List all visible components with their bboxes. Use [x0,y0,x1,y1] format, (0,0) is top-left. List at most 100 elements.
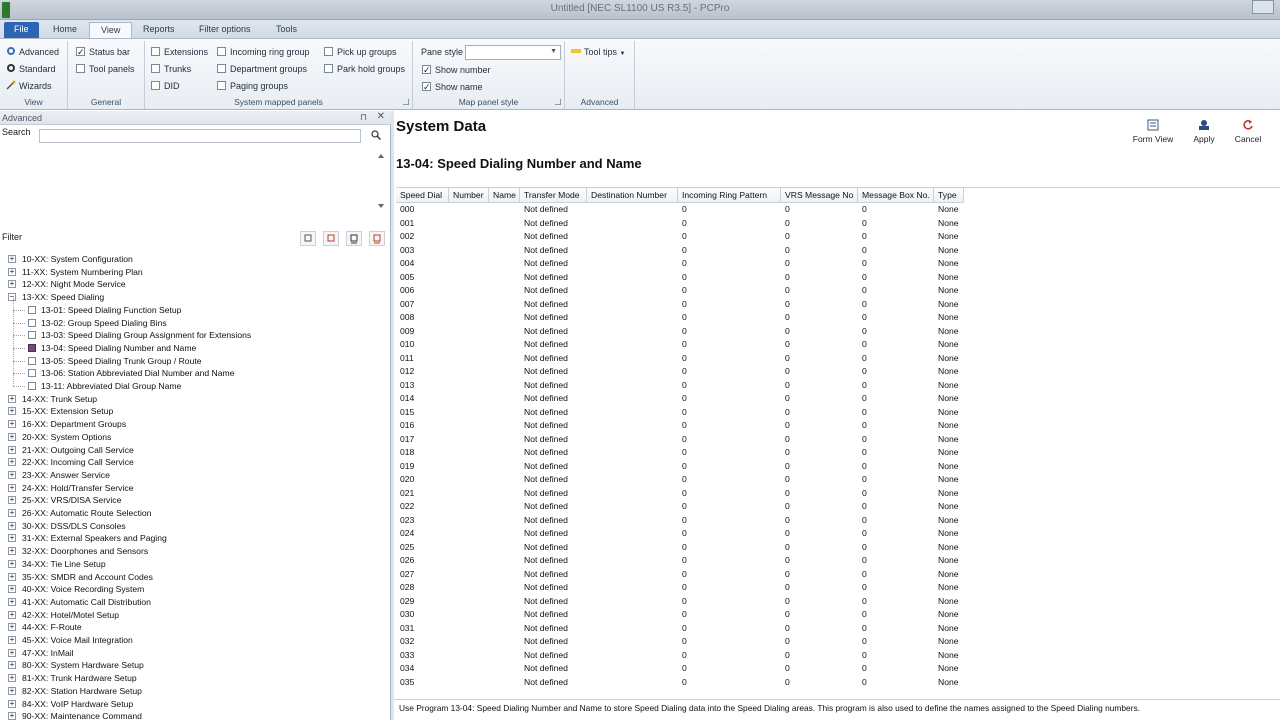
cell-transfer-mode[interactable]: Not defined [520,473,568,487]
cell-transfer-mode[interactable]: Not defined [520,379,568,393]
tree-group-item[interactable]: −13-XX: Speed Dialing [8,291,383,304]
expand-icon[interactable]: + [8,432,16,441]
collapse-all-button[interactable] [323,231,339,246]
tree-item-checkbox[interactable] [28,343,36,352]
cell-incoming-ring-pattern[interactable]: 0 [678,203,687,217]
cell-message-box-no[interactable]: 0 [858,338,867,352]
cell-speed-dial[interactable]: 035 [396,676,414,690]
cell-speed-dial[interactable]: 019 [396,460,414,474]
expand-icon[interactable]: + [8,255,16,263]
cell-type[interactable]: None [934,284,959,298]
cell-incoming-ring-pattern[interactable]: 0 [678,406,687,420]
cell-message-box-no[interactable]: 0 [858,203,867,217]
expand-icon[interactable]: + [8,610,16,619]
cell-message-box-no[interactable]: 0 [858,568,867,582]
cell-incoming-ring-pattern[interactable]: 0 [678,379,687,393]
expand-icon[interactable]: + [8,686,16,695]
cell-type[interactable]: None [934,433,959,447]
cell-message-box-no[interactable]: 0 [858,662,867,676]
cell-type[interactable]: None [934,379,959,393]
cell-transfer-mode[interactable]: Not defined [520,527,568,541]
tab-file[interactable]: File [4,22,39,38]
cell-type[interactable]: None [934,527,959,541]
tree-group-item[interactable]: +12-XX: Night Mode Service [8,278,383,291]
cell-transfer-mode[interactable]: Not defined [520,500,568,514]
cell-speed-dial[interactable]: 005 [396,271,414,285]
show-number-toggle[interactable]: Show number [422,63,491,77]
expand-icon[interactable]: + [8,521,16,530]
tree-group-item[interactable]: +24-XX: Hold/Transfer Service [8,482,383,495]
cell-vrs-message-no[interactable]: 0 [781,244,790,258]
cell-message-box-no[interactable]: 0 [858,217,867,231]
expand-icon[interactable]: + [8,674,16,683]
system-panels-launcher[interactable] [403,99,409,105]
cell-vrs-message-no[interactable]: 0 [781,406,790,420]
pick-up-groups-toggle[interactable]: Pick up groups [324,45,397,59]
cell-vrs-message-no[interactable]: 0 [781,514,790,528]
column-header[interactable]: Speed Dial [396,188,449,203]
cell-type[interactable]: None [934,649,959,663]
close-window-button[interactable] [1252,0,1274,14]
search-input[interactable] [39,129,361,143]
clear-filter-button[interactable] [369,231,385,246]
cell-incoming-ring-pattern[interactable]: 0 [678,460,687,474]
cell-type[interactable]: None [934,500,959,514]
cell-incoming-ring-pattern[interactable]: 0 [678,514,687,528]
cell-transfer-mode[interactable]: Not defined [520,460,568,474]
cell-incoming-ring-pattern[interactable]: 0 [678,392,687,406]
cell-transfer-mode[interactable]: Not defined [520,325,568,339]
tree-group-item[interactable]: +25-XX: VRS/DISA Service [8,494,383,507]
cell-message-box-no[interactable]: 0 [858,460,867,474]
did-checkbox[interactable] [151,81,160,90]
cell-type[interactable]: None [934,311,959,325]
cell-message-box-no[interactable]: 0 [858,622,867,636]
cell-transfer-mode[interactable]: Not defined [520,662,568,676]
cell-vrs-message-no[interactable]: 0 [781,257,790,271]
cell-transfer-mode[interactable]: Not defined [520,676,568,690]
cell-message-box-no[interactable]: 0 [858,392,867,406]
cell-transfer-mode[interactable]: Not defined [520,581,568,595]
cell-speed-dial[interactable]: 017 [396,433,414,447]
expand-icon[interactable]: + [8,623,16,632]
cell-speed-dial[interactable]: 033 [396,649,414,663]
column-header[interactable]: Name [489,188,520,203]
cell-incoming-ring-pattern[interactable]: 0 [678,581,687,595]
cell-vrs-message-no[interactable]: 0 [781,581,790,595]
cell-transfer-mode[interactable]: Not defined [520,217,568,231]
cell-message-box-no[interactable]: 0 [858,514,867,528]
cell-speed-dial[interactable]: 016 [396,419,414,433]
cell-vrs-message-no[interactable]: 0 [781,379,790,393]
cell-vrs-message-no[interactable]: 0 [781,298,790,312]
cell-transfer-mode[interactable]: Not defined [520,433,568,447]
extensions-checkbox[interactable] [151,47,160,56]
cell-incoming-ring-pattern[interactable]: 0 [678,676,687,690]
tree-item-checkbox[interactable] [28,305,36,314]
cell-speed-dial[interactable]: 000 [396,203,414,217]
search-results-scrollbar[interactable] [376,151,386,211]
cell-message-box-no[interactable]: 0 [858,230,867,244]
cell-speed-dial[interactable]: 025 [396,541,414,555]
cell-speed-dial[interactable]: 018 [396,446,414,460]
advanced-view-button[interactable]: Advanced [6,45,59,59]
trunks-checkbox[interactable] [151,64,160,73]
cell-type[interactable]: None [934,676,959,690]
cell-vrs-message-no[interactable]: 0 [781,433,790,447]
tree-group-item[interactable]: +16-XX: Department Groups [8,418,383,431]
cell-vrs-message-no[interactable]: 0 [781,217,790,231]
cell-transfer-mode[interactable]: Not defined [520,244,568,258]
cell-incoming-ring-pattern[interactable]: 0 [678,635,687,649]
expand-icon[interactable]: + [8,420,16,429]
cell-transfer-mode[interactable]: Not defined [520,271,568,285]
expand-icon[interactable]: + [8,407,16,416]
department-groups-checkbox[interactable] [217,64,226,73]
cell-vrs-message-no[interactable]: 0 [781,311,790,325]
tree-group-item[interactable]: +44-XX: F-Route [8,621,383,634]
tree-group-item[interactable]: +11-XX: System Numbering Plan [8,266,383,279]
cell-vrs-message-no[interactable]: 0 [781,649,790,663]
cell-message-box-no[interactable]: 0 [858,554,867,568]
cell-incoming-ring-pattern[interactable]: 0 [678,338,687,352]
cell-incoming-ring-pattern[interactable]: 0 [678,554,687,568]
cell-speed-dial[interactable]: 034 [396,662,414,676]
cell-transfer-mode[interactable]: Not defined [520,487,568,501]
cell-speed-dial[interactable]: 030 [396,608,414,622]
